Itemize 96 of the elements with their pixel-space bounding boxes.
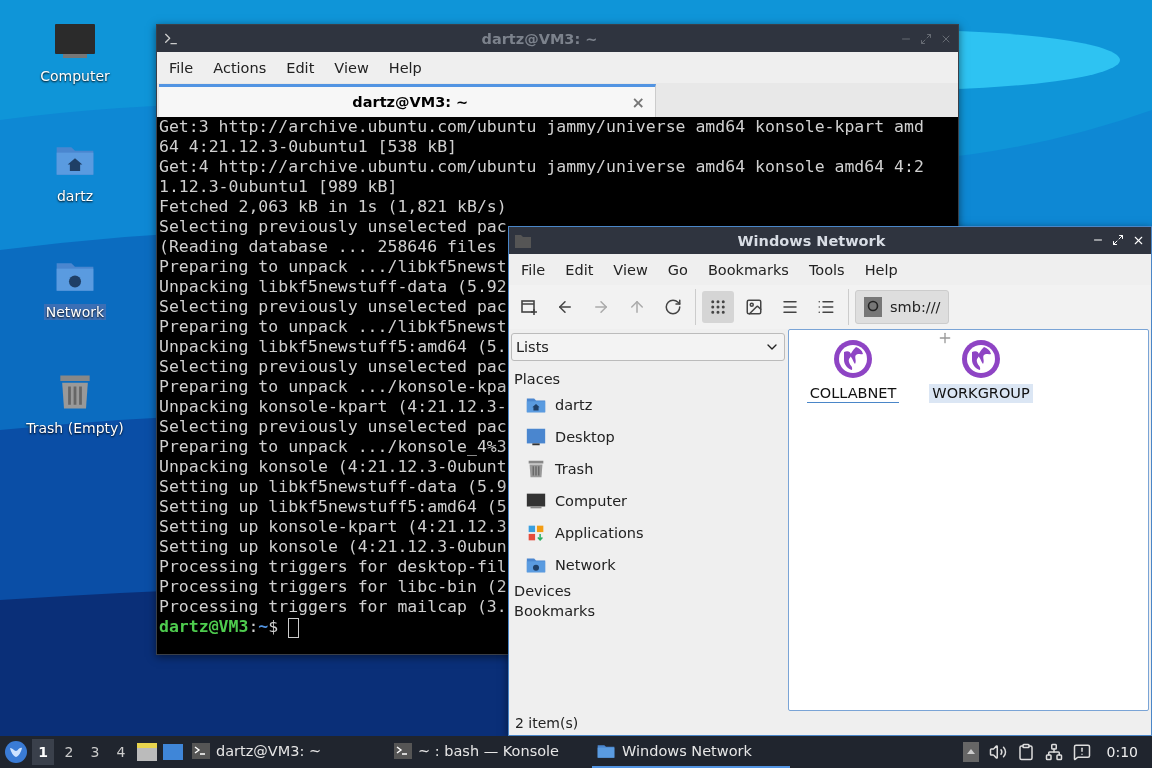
- desktop-icon-label[interactable]: Network: [43, 304, 107, 320]
- terminal-line: Preparing to unpack .../libkf5newst: [159, 257, 507, 277]
- network-item-label[interactable]: WORKGROUP: [929, 384, 1033, 403]
- section-header[interactable]: Places: [511, 369, 564, 389]
- terminal-line: Get:4 http://archive.ubuntu.com/ubuntu jammy/universe amd64 konsole amd64 4:2: [159, 157, 924, 177]
- terminal-line: Setting up konsole-kpart (4:21.12.3: [159, 517, 507, 537]
- text-cursor: [288, 617, 300, 638]
- terminal-line: Preparing to unpack .../konsole-kpa: [159, 377, 507, 397]
- start-menu-icon[interactable]: [4, 740, 28, 764]
- terminal-line: Get:3 http://archive.ubuntu.com/ubuntu jammy/universe amd64 konsole-kpart amd: [159, 117, 924, 137]
- globe-icon: [832, 338, 874, 380]
- folder-icon: [515, 233, 531, 248]
- terminal-line: Fetched 2,063 kB in 1s (1,821 kB/s): [159, 197, 507, 217]
- terminal-tab[interactable]: dartz@VM3: ~ ×: [159, 84, 656, 117]
- place-item[interactable]: dartz: [555, 397, 593, 413]
- terminal-line: 1.12.3-0ubuntu1 [989 kB]: [159, 177, 398, 197]
- tab-close-button[interactable]: ×: [621, 92, 655, 112]
- menu-item[interactable]: Tools: [798, 261, 855, 278]
- network-item-label[interactable]: COLLABNET: [806, 384, 900, 403]
- terminal-line: Unpacking libkf5newstuff-data (5.92: [159, 277, 507, 297]
- taskbar-task[interactable]: Windows Network: [592, 736, 790, 768]
- terminal-line: Processing triggers for mailcap (3.: [159, 597, 507, 617]
- terminal-line: Preparing to unpack .../libkf5newst: [159, 317, 507, 337]
- prompt-path: ~: [258, 617, 269, 636]
- menu-item[interactable]: Bookmarks: [697, 261, 799, 278]
- volume-icon[interactable]: [988, 743, 1007, 761]
- terminal-line: (Reading database ... 258646 files: [159, 237, 497, 257]
- image-icon: [745, 298, 763, 316]
- file-manager-icon[interactable]: [136, 742, 158, 762]
- terminal-line: Selecting previously unselected pac: [159, 417, 507, 437]
- menu-item[interactable]: Actions: [203, 59, 277, 76]
- workspace-button[interactable]: 1: [32, 739, 54, 765]
- place-item[interactable]: Trash: [555, 461, 594, 477]
- new-tab-icon: [520, 298, 538, 316]
- section-header[interactable]: Devices: [511, 581, 575, 601]
- prompt-symbol: $: [268, 617, 279, 636]
- view-mode-button[interactable]: [702, 291, 734, 323]
- terminal-line: Processing triggers for libc-bin (2: [159, 577, 507, 597]
- reload-icon: [664, 298, 682, 316]
- taskbar-task[interactable]: ~ : bash — Konsole: [390, 736, 588, 768]
- maximize-icon[interactable]: [1112, 234, 1124, 246]
- desktop-icon-label[interactable]: Trash (Empty): [24, 420, 126, 436]
- terminal-line: Selecting previously unselected pac: [159, 297, 507, 317]
- terminal-icon: [394, 743, 412, 759]
- terminal-line: Unpacking libkf5newstuff5:amd64 (5.: [159, 337, 507, 357]
- place-item[interactable]: Applications: [555, 525, 644, 541]
- place-item[interactable]: Computer: [555, 493, 628, 509]
- notification-icon[interactable]: [1072, 743, 1091, 761]
- menu-item[interactable]: Edit: [555, 261, 604, 278]
- workspace-button[interactable]: 3: [84, 739, 106, 765]
- prompt-user: dartz@VM3: [159, 617, 249, 636]
- terminal-line: Setting up libkf5newstuff-data (5.9: [159, 477, 507, 497]
- network-drive-icon: [864, 297, 882, 317]
- compact-list-icon: [781, 298, 799, 316]
- menu-item[interactable]: View: [603, 261, 658, 278]
- menu-item[interactable]: Help: [854, 261, 908, 278]
- terminal-line: Preparing to unpack .../konsole_4%3: [159, 437, 507, 457]
- icon-grid-icon: [709, 298, 727, 316]
- globe-icon: [960, 338, 1002, 380]
- terminal-icon: [192, 743, 210, 759]
- location-button[interactable]: smb:///: [855, 290, 950, 324]
- terminal-line: 64 4:21.12.3-0ubuntu1 [538 kB]: [159, 137, 457, 157]
- menu-item[interactable]: Go: [657, 261, 698, 278]
- plus-icon: [937, 330, 953, 346]
- status-text: 2 item(s): [514, 714, 580, 733]
- close-icon[interactable]: [1132, 234, 1145, 247]
- forward-arrow-icon: [592, 298, 610, 316]
- menu-item[interactable]: File: [159, 59, 204, 76]
- menu-item[interactable]: File: [511, 261, 556, 278]
- terminal-line: Processing triggers for desktop-fil: [159, 557, 507, 577]
- show-desktop-icon[interactable]: [162, 742, 184, 762]
- menu-item[interactable]: Help: [378, 59, 432, 76]
- side-pane-dropdown[interactable]: Lists: [511, 333, 785, 361]
- section-header[interactable]: Bookmarks: [511, 601, 598, 621]
- desktop-icon-label[interactable]: dartz: [54, 188, 96, 204]
- terminal-line: Selecting previously unselected pac: [159, 217, 507, 237]
- terminal-line: Setting up libkf5newstuff5:amd64 (5: [159, 497, 507, 517]
- menu-item[interactable]: Edit: [276, 59, 325, 76]
- network-icon[interactable]: [1044, 743, 1063, 761]
- window-title: dartz@VM3: ~: [480, 30, 599, 47]
- menu-item[interactable]: View: [324, 59, 379, 76]
- terminal-line: Setting up konsole (4:21.12.3-0ubun: [159, 537, 507, 557]
- terminal-line: Unpacking konsole-kpart (4:21.12.3-: [159, 397, 507, 417]
- place-item[interactable]: Network: [555, 557, 616, 573]
- detailed-list-icon: [817, 298, 835, 316]
- workspace-button[interactable]: 2: [58, 739, 80, 765]
- taskbar-task[interactable]: dartz@VM3: ~: [188, 736, 386, 768]
- window-title: Windows Network: [736, 232, 887, 249]
- clipboard-icon[interactable]: [1016, 743, 1035, 761]
- terminal-line: Unpacking konsole (4:21.12.3-0ubunt: [159, 457, 507, 477]
- prompt-separator: :: [248, 617, 259, 636]
- place-item[interactable]: Desktop: [555, 429, 615, 445]
- clock: 0:10: [1106, 744, 1138, 760]
- terminal-line: Selecting previously unselected pac: [159, 357, 507, 377]
- desktop-icon: [525, 426, 547, 448]
- workspace-button[interactable]: 4: [110, 739, 132, 765]
